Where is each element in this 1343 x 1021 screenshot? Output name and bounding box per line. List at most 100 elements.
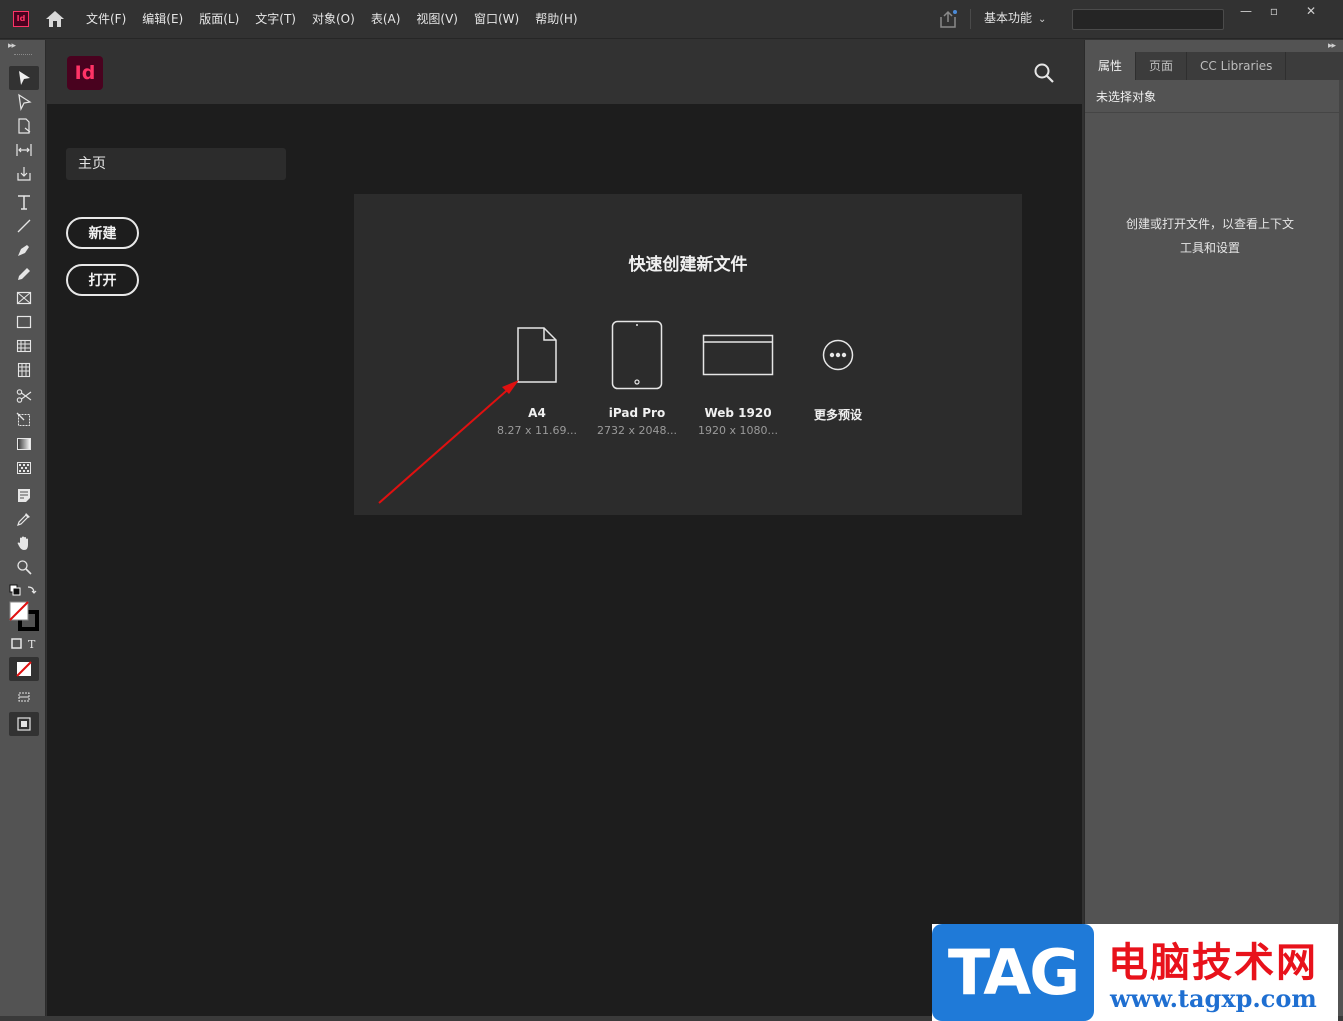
main-menu: 文件(F) 编辑(E) 版面(L) 文字(T) 对象(O) 表(A) 视图(V)…: [78, 0, 586, 39]
tablet-icon: [587, 318, 687, 392]
panel-grip[interactable]: [14, 54, 32, 56]
free-transform-tool[interactable]: [9, 408, 39, 432]
eyedropper-tool[interactable]: [9, 507, 39, 531]
svg-text:T: T: [28, 638, 36, 651]
menu-type[interactable]: 文字(T): [247, 0, 304, 39]
gradient-feather-icon: [17, 462, 31, 474]
selection-tool[interactable]: [9, 66, 39, 90]
menu-help[interactable]: 帮助(H): [527, 0, 585, 39]
hint-line-1: 创建或打开文件，以查看上下文: [1125, 217, 1294, 231]
preset-a4[interactable]: A4 8.27 x 11.69...: [487, 318, 587, 437]
share-icon[interactable]: [937, 8, 959, 30]
gradient-feather-tool[interactable]: [9, 456, 39, 480]
line-tool[interactable]: [9, 214, 39, 238]
restore-button[interactable]: ▫: [1259, 0, 1289, 22]
minimize-button[interactable]: —: [1231, 0, 1261, 22]
chevron-down-icon: ⌄: [1038, 14, 1047, 25]
home-header: Id: [47, 40, 1082, 104]
hand-tool[interactable]: [9, 531, 39, 555]
tab-pages[interactable]: 页面: [1136, 52, 1188, 80]
gradient-icon: [17, 438, 31, 450]
pencil-tool[interactable]: [9, 262, 39, 286]
document-icon: [487, 318, 587, 392]
no-selection-label: 未选择对象: [1096, 90, 1157, 104]
vertical-grid-tool[interactable]: [9, 358, 39, 382]
menu-view[interactable]: 视图(V): [408, 0, 466, 39]
formatting-container-text-icon[interactable]: T: [9, 636, 41, 652]
tab-properties[interactable]: 属性: [1085, 52, 1137, 80]
new-button[interactable]: 新建: [66, 217, 139, 249]
menu-separator: [970, 9, 971, 29]
collapse-icon[interactable]: ▸▸: [8, 41, 16, 51]
preset-name: iPad Pro: [608, 406, 666, 420]
menu-object[interactable]: 对象(O): [304, 0, 363, 39]
workspace-label: 基本功能: [984, 11, 1033, 25]
close-button[interactable]: ✕: [1296, 0, 1326, 22]
tab-cc-libraries[interactable]: CC Libraries: [1187, 52, 1287, 80]
note-icon: [18, 489, 30, 502]
direct-selection-tool[interactable]: [9, 90, 39, 114]
pen-tool[interactable]: [9, 238, 39, 262]
nav-item-home[interactable]: 主页: [66, 148, 286, 180]
open-button[interactable]: 打开: [66, 264, 139, 296]
rectangle-tool[interactable]: [9, 310, 39, 334]
indesign-window: Id 文件(F) 编辑(E) 版面(L) 文字(T) 对象(O) 表(A) 视图…: [0, 0, 1343, 1021]
zoom-tool[interactable]: [9, 555, 39, 579]
quick-create-title: 快速创建新文件: [628, 255, 748, 275]
home-icon[interactable]: [44, 9, 66, 29]
pencil-icon: [18, 268, 30, 280]
gap-icon: [16, 144, 32, 156]
search-icon[interactable]: [1033, 62, 1055, 84]
page-tool[interactable]: [9, 114, 39, 138]
default-swap-colors-icon[interactable]: [8, 583, 38, 599]
free-transform-icon: [16, 412, 30, 426]
preset-size: 1920 x 1080...: [698, 424, 778, 437]
menu-table[interactable]: 表(A): [363, 0, 409, 39]
panel-divider: [1085, 112, 1343, 113]
panel-scrollbar[interactable]: [1339, 80, 1343, 970]
apply-none-button[interactable]: [9, 657, 39, 681]
eyedropper-icon: [17, 513, 30, 526]
scissors-icon: [16, 389, 32, 403]
horizontal-grid-tool[interactable]: [9, 334, 39, 358]
note-tool[interactable]: [9, 483, 39, 507]
app-logo: Id: [13, 11, 29, 27]
scissors-tool[interactable]: [9, 384, 39, 408]
preset-size: 2732 x 2048...: [597, 424, 677, 437]
vertical-grid-icon: [17, 362, 31, 378]
rectangle-frame-tool[interactable]: [9, 286, 39, 310]
preset-web-1920[interactable]: Web 1920 1920 x 1080...: [688, 318, 788, 437]
gradient-swatch-tool[interactable]: [9, 432, 39, 456]
collapse-icon[interactable]: ▸▸: [1328, 41, 1336, 51]
gap-tool[interactable]: [9, 138, 39, 162]
screen-mode-icon: [17, 717, 31, 731]
menu-file[interactable]: 文件(F): [78, 0, 134, 39]
preset-size: 8.27 x 11.69...: [497, 424, 577, 437]
hint-line-2: 工具和设置: [1179, 241, 1240, 255]
tools-panel: ▸▸ T: [0, 40, 46, 1016]
hand-icon: [17, 536, 28, 550]
horizontal-grid-icon: [16, 339, 32, 353]
indesign-logo: Id: [67, 56, 103, 90]
watermark-site-name: 电脑技术网: [1108, 940, 1318, 986]
watermark-url: www.tagxp.com: [1110, 984, 1317, 1013]
preset-more[interactable]: 更多预设: [788, 318, 888, 427]
content-collector-tool[interactable]: [9, 162, 39, 186]
preset-name: Web 1920: [704, 406, 772, 420]
menu-edit[interactable]: 编辑(E): [134, 0, 191, 39]
menu-layout[interactable]: 版面(L): [191, 0, 247, 39]
search-input[interactable]: [1072, 9, 1224, 30]
line-icon: [17, 219, 31, 233]
browser-window-icon: [688, 318, 788, 392]
preset-name: A4: [528, 406, 546, 420]
screen-mode-button[interactable]: [9, 712, 39, 736]
view-mode-button[interactable]: [9, 685, 39, 709]
menu-window[interactable]: 窗口(W): [466, 0, 527, 39]
preset-name: 更多预设: [813, 408, 862, 422]
workspace-switcher[interactable]: 基本功能 ⌄: [984, 0, 1046, 39]
preset-ipad-pro[interactable]: iPad Pro 2732 x 2048...: [587, 318, 687, 437]
type-tool[interactable]: [9, 190, 39, 214]
fill-stroke-swatch-icon[interactable]: [8, 601, 40, 631]
properties-panel: ▸▸ 属性 页面 CC Libraries 未选择对象 创建或打开文件，以查看上…: [1084, 40, 1343, 1016]
selection-arrow-icon: [19, 71, 30, 85]
